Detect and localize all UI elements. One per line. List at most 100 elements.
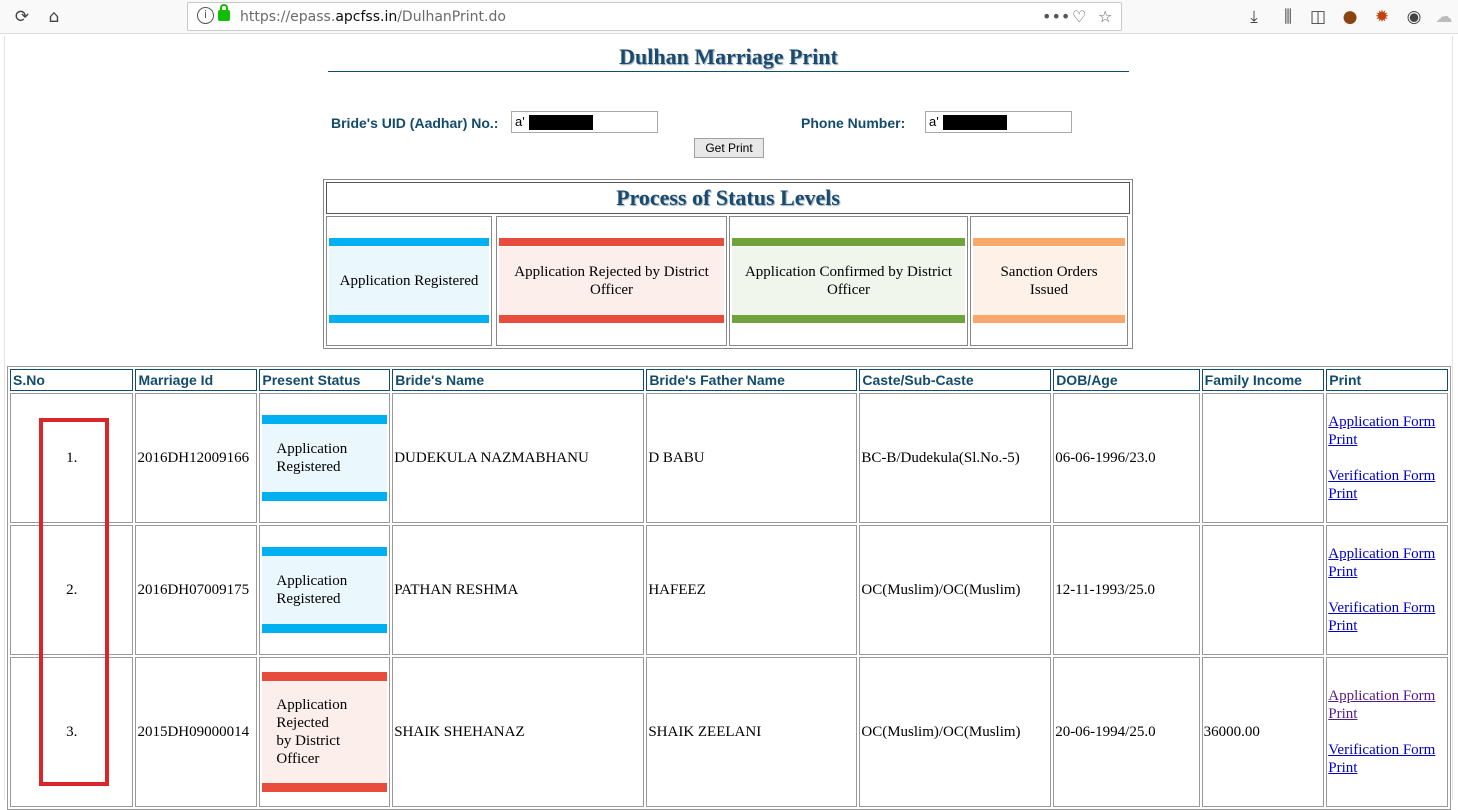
cell-family-income [1201, 393, 1325, 523]
status-level-label: Application Confirmed by District Office… [732, 247, 965, 315]
cell-present-status: Application Rejected by District Officer [259, 657, 391, 807]
status-chip: Application Registered [262, 547, 388, 633]
url-bar[interactable]: i https://epass.apcfss.in/DulhanPrint.do… [187, 2, 1122, 31]
page-content: Dulhan Marriage Print Bride's UID (Aadha… [4, 36, 1453, 810]
table-row: 3. 2015DH09000014 Application Rejected by … [10, 657, 1448, 807]
cookie-extension-icon[interactable]: ● [1340, 7, 1360, 27]
cell-father-name: HAFEEZ [646, 525, 858, 655]
status-level-band [499, 315, 724, 323]
more-icon[interactable]: ••• [1042, 7, 1070, 26]
home-icon[interactable]: ⌂ [44, 7, 64, 27]
column-header: Caste/Sub-Caste [859, 369, 1052, 391]
status-level-card: Sanction Orders Issued [970, 216, 1128, 346]
cell-bride-name: SHAIK SHEHANAZ [392, 657, 645, 807]
status-chip-band [262, 672, 388, 681]
column-header: Bride's Name [392, 369, 645, 391]
column-header: S.No [10, 369, 134, 391]
account-icon[interactable]: ◉ [1404, 7, 1424, 27]
ghost-extension-icon[interactable]: ☁ [1434, 7, 1454, 27]
status-level-card: Application Rejected by District Officer [496, 216, 727, 346]
uid-label: Bride's UID (Aadhar) No.: [331, 115, 499, 131]
uid-input-value: a' [515, 114, 525, 129]
status-level-label: Application Registered [329, 247, 489, 315]
column-header: Present Status [259, 369, 391, 391]
table-header-row: S.No Marriage Id Present Status Bride's Nam… [10, 369, 1448, 391]
phone-input-value: a' [929, 114, 939, 129]
highlight-box [39, 418, 109, 786]
verification-form-print-link[interactable]: Verification Form Print [1328, 741, 1446, 777]
status-level-band [973, 238, 1125, 246]
status-chip-band [262, 415, 388, 424]
column-header: Family Income [1201, 369, 1325, 391]
application-form-print-link[interactable]: Application Form Print [1328, 545, 1446, 581]
table-row: 2. 2016DH07009175 Application Registered PA… [10, 525, 1448, 655]
cell-marriage-id: 2016DH07009175 [135, 525, 258, 655]
status-level-card: Application Confirmed by District Office… [729, 216, 968, 346]
status-level-card: Application Registered [326, 216, 492, 346]
info-icon[interactable]: i [197, 7, 214, 24]
status-level-band [329, 238, 489, 246]
column-header: Bride's Father Name [646, 369, 858, 391]
cell-dob-age: 06-06-1996/23.0 [1053, 393, 1200, 523]
get-print-button[interactable]: Get Print [694, 138, 764, 158]
cell-father-name: SHAIK ZEELANI [646, 657, 858, 807]
cell-dob-age: 20-06-1994/25.0 [1053, 657, 1200, 807]
redacted-mask [942, 115, 1007, 131]
cell-present-status: Application Registered [259, 525, 391, 655]
status-chip-band [262, 547, 388, 556]
pocket-icon[interactable]: ♡ [1072, 7, 1086, 26]
table-row: 1. 2016DH12009166 Application Registered DU… [10, 393, 1448, 523]
application-form-print-link[interactable]: Application Form Print [1328, 687, 1446, 723]
extension-icon[interactable]: ✹ [1372, 7, 1392, 27]
cell-marriage-id: 2015DH09000014 [135, 657, 258, 807]
cell-bride-name: DUDEKULA NAZMABHANU [392, 393, 645, 523]
cell-family-income: 36000.00 [1201, 657, 1325, 807]
status-chip-label: Application Rejected by District Officer [262, 681, 388, 783]
status-level-band [499, 238, 724, 246]
sidebar-icon[interactable]: ◫ [1308, 7, 1328, 27]
cell-caste: OC(Muslim)/OC(Muslim) [859, 657, 1052, 807]
lock-icon[interactable] [218, 4, 230, 21]
bookmark-star-icon[interactable]: ☆ [1098, 7, 1112, 26]
cell-dob-age: 12-11-1993/25.0 [1053, 525, 1200, 655]
page-title: Dulhan Marriage Print [328, 44, 1129, 72]
status-level-band [973, 315, 1125, 323]
status-level-band [329, 315, 489, 323]
status-chip: Application Rejected by District Officer [262, 672, 388, 792]
cell-marriage-id: 2016DH12009166 [135, 393, 258, 523]
uid-input[interactable]: a' [511, 111, 658, 133]
column-header: Print [1326, 369, 1448, 391]
applications-table: S.No Marriage Id Present Status Bride's Nam… [7, 366, 1451, 810]
status-chip-band [262, 492, 388, 501]
cell-family-income [1201, 525, 1325, 655]
cell-print: Application Form Print Verification Form … [1326, 657, 1448, 807]
cell-caste: BC-B/Dudekula(Sl.No.-5) [859, 393, 1052, 523]
redacted-mask [528, 115, 593, 131]
status-chip-band [262, 624, 388, 633]
verification-form-print-link[interactable]: Verification Form Print [1328, 467, 1446, 503]
status-levels-heading: Process of Status Levels [326, 182, 1130, 214]
status-level-label: Sanction Orders Issued [973, 247, 1125, 315]
application-form-print-link[interactable]: Application Form Print [1328, 413, 1446, 449]
status-chip-label: Application Registered [262, 556, 388, 624]
column-header: Marriage Id [135, 369, 258, 391]
verification-form-print-link[interactable]: Verification Form Print [1328, 599, 1446, 635]
status-chip: Application Registered [262, 415, 388, 501]
phone-input[interactable]: a' [925, 111, 1072, 133]
cell-father-name: D BABU [646, 393, 858, 523]
reload-icon[interactable]: ⟳ [12, 7, 32, 27]
cell-present-status: Application Registered [259, 393, 391, 523]
phone-label: Phone Number: [801, 115, 906, 131]
status-levels-panel: Process of Status Levels Application Reg… [323, 179, 1133, 349]
cell-print: Application Form Print Verification Form … [1326, 393, 1448, 523]
status-level-label: Application Rejected by District Officer [499, 247, 724, 315]
library-icon[interactable]: ⫼ [1278, 7, 1298, 27]
cell-caste: OC(Muslim)/OC(Muslim) [859, 525, 1052, 655]
download-icon[interactable]: ⤓ [1244, 7, 1264, 27]
status-level-band [732, 315, 965, 323]
browser-toolbar: ⟳ ⌂ i https://epass.apcfss.in/DulhanPrin… [0, 0, 1458, 34]
status-level-band [732, 238, 965, 246]
column-header: DOB/Age [1053, 369, 1200, 391]
url-text[interactable]: https://epass.apcfss.in/DulhanPrint.do [240, 9, 506, 25]
status-chip-label: Application Registered [262, 424, 388, 492]
